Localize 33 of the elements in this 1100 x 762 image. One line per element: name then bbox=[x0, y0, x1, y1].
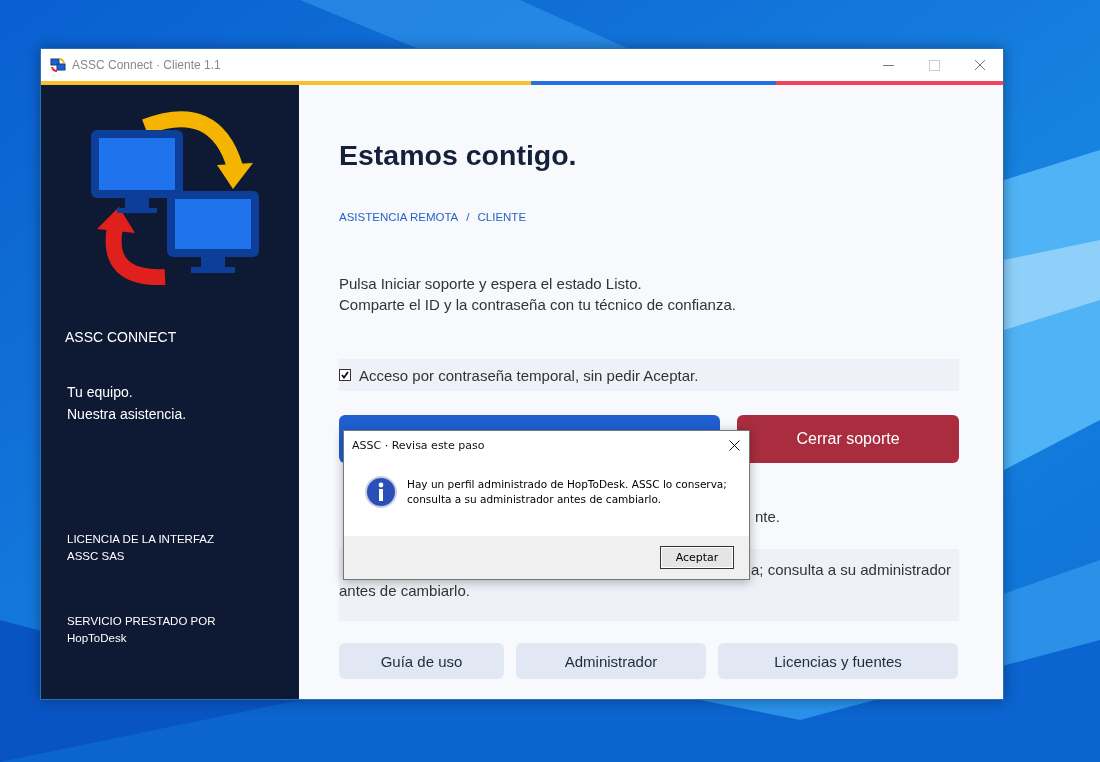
checkbox-label: Acceso por contraseña temporal, sin pedir Aceptar. bbox=[359, 366, 699, 384]
ok-button[interactable]: Aceptar bbox=[660, 546, 734, 569]
brand-name: ASSC CONNECT bbox=[65, 329, 178, 345]
stop-button[interactable]: Cerrar soporte bbox=[737, 415, 959, 463]
breadcrumb-separator: / bbox=[466, 211, 470, 223]
footer-button[interactable]: Licencias y fuentes bbox=[718, 643, 958, 679]
breadcrumb-link[interactable]: ASISTENCIA REMOTA bbox=[339, 211, 459, 223]
checkbox[interactable] bbox=[339, 369, 351, 381]
minimize-icon bbox=[882, 64, 894, 66]
dialog-title: ASSC · Revisa este paso bbox=[352, 438, 485, 452]
sidebar-text: HopToDesk bbox=[67, 631, 128, 646]
maximize-icon bbox=[928, 59, 940, 71]
sidebar-text: Tu equipo. bbox=[67, 383, 134, 402]
breadcrumb-link[interactable]: CLIENTE bbox=[477, 211, 527, 223]
sidebar-text: ASSC SAS bbox=[67, 549, 126, 564]
sidebar-text: SERVICIO PRESTADO POR bbox=[67, 614, 217, 629]
window-title: ASSC Connect · Cliente 1.1 bbox=[72, 58, 221, 72]
close-icon bbox=[974, 59, 986, 71]
footer-button[interactable]: Guía de uso bbox=[339, 643, 504, 679]
status-text: nte. bbox=[755, 508, 781, 525]
footer-button[interactable]: Administrador bbox=[516, 643, 706, 679]
instruction-text: Comparte el ID y la contraseña con tu técnico de confianza. bbox=[339, 295, 737, 315]
info-icon bbox=[365, 475, 397, 508]
instruction-text: Pulsa Iniciar soporte y espera el estado Listo. bbox=[339, 274, 643, 294]
monitors-icon bbox=[50, 58, 66, 72]
sidebar-text: Nuestra asistencia. bbox=[67, 405, 188, 424]
notice-text: a; consulta a su administrador bbox=[751, 560, 952, 580]
close-icon bbox=[728, 439, 740, 451]
dialog-message: consulta a su administrador antes de cambiarlo. bbox=[407, 491, 663, 507]
notice-text: antes de cambiarlo. bbox=[339, 581, 470, 601]
sidebar-text: LICENCIA DE LA INTERFAZ bbox=[67, 532, 215, 547]
page-heading: Estamos contigo. bbox=[339, 138, 578, 173]
dialog-message: Hay un perfil administrado de HopToDesk. ASSC lo conserva; bbox=[407, 476, 727, 492]
